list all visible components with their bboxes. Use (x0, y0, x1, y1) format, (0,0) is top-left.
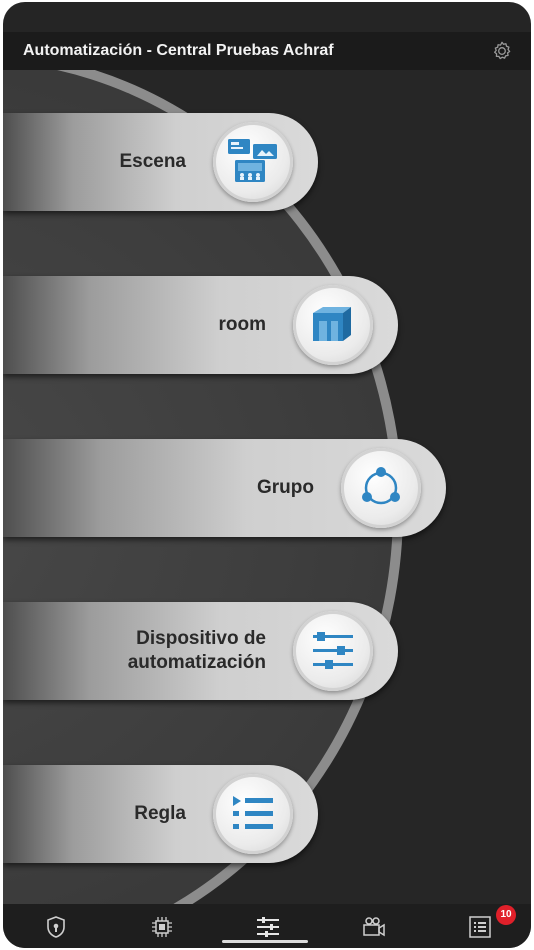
menu-item-regla[interactable]: Regla (3, 765, 318, 863)
group-icon (341, 448, 421, 528)
list-icon (469, 916, 491, 938)
camera-icon (363, 917, 385, 937)
chip-icon (152, 917, 172, 937)
menu-area: Escena room Grupo Dispositivo de automat… (3, 70, 531, 904)
menu-item-escena[interactable]: Escena (3, 113, 318, 211)
menu-item-label: Grupo (257, 477, 314, 498)
rule-list-icon (213, 774, 293, 854)
room-icon (293, 285, 373, 365)
active-tab-indicator (222, 940, 308, 943)
phone-screen: Automatización - Central Pruebas Achraf … (3, 2, 531, 948)
menu-item-label: Escena (119, 151, 186, 172)
notification-badge: 10 (496, 905, 516, 925)
tab-security[interactable] (3, 904, 108, 948)
menu-item-label: room (218, 314, 267, 335)
scene-icon (213, 122, 293, 202)
menu-item-label: Dispositivo de automatización (127, 628, 266, 673)
sliders-tab-icon (257, 917, 279, 937)
sliders-icon (293, 611, 373, 691)
menu-item-label: Regla (134, 803, 186, 824)
shield-lock-icon (47, 916, 65, 938)
gear-icon[interactable] (491, 40, 513, 62)
tab-video[interactable] (321, 904, 426, 948)
menu-item-room[interactable]: room (3, 276, 398, 374)
app-header: Automatización - Central Pruebas Achraf (3, 32, 531, 70)
menu-item-dispositivo[interactable]: Dispositivo de automatización (3, 602, 398, 700)
menu-item-grupo[interactable]: Grupo (3, 439, 446, 537)
tab-devices[interactable] (109, 904, 214, 948)
page-title: Automatización - Central Pruebas Achraf (23, 42, 334, 59)
